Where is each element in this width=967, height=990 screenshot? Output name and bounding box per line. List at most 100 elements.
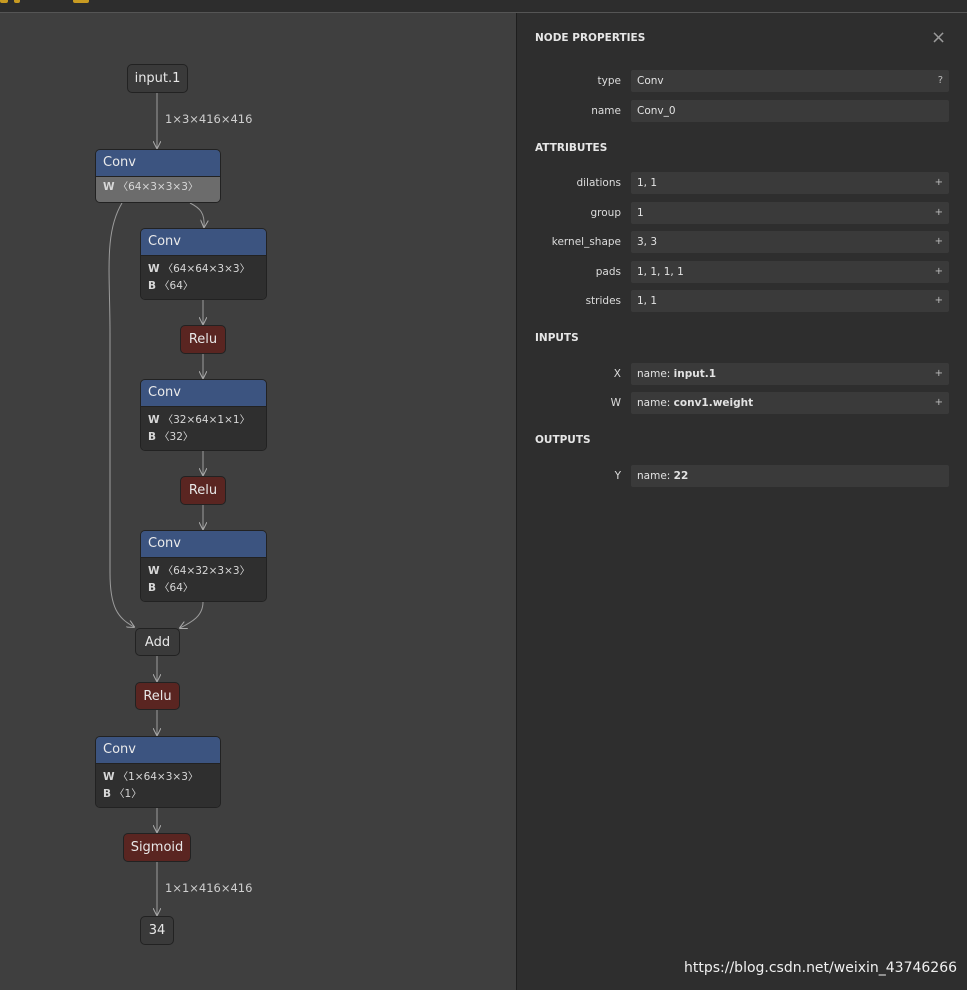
relu-node[interactable]: Relu xyxy=(180,325,226,354)
input-prefix: name: xyxy=(637,397,674,409)
toolbar-icon[interactable] xyxy=(73,0,89,3)
expand-icon[interactable]: + xyxy=(935,172,943,194)
node-label: Sigmoid xyxy=(130,840,184,855)
graph-canvas[interactable]: 1×3×416×416 1×1×416×416 input.1 Conv W 〈6… xyxy=(0,13,516,990)
expand-icon[interactable]: + xyxy=(935,392,943,414)
node-label: 34 xyxy=(148,923,166,938)
node-label: Relu xyxy=(188,332,218,347)
bias-key: B xyxy=(148,280,157,292)
conv-node[interactable]: Conv W 〈64×32×3×3〉 B 〈64〉 xyxy=(140,530,267,602)
node-title: Conv xyxy=(141,380,266,407)
edge-shape-label: 1×1×416×416 xyxy=(165,881,253,895)
attribute-text: 1 xyxy=(637,207,644,219)
type-value: Conv xyxy=(637,75,664,87)
attribute-value[interactable]: 1, 1 + xyxy=(631,172,949,194)
node-label: Relu xyxy=(188,483,218,498)
attribute-text: 1, 1 xyxy=(637,295,658,307)
inputs-title: INPUTS xyxy=(535,332,579,344)
help-icon[interactable]: ? xyxy=(938,70,943,92)
weight-shape: 〈64×64×3×3〉 xyxy=(162,263,251,275)
output-name: 22 xyxy=(673,470,689,482)
conv-node[interactable]: Conv W 〈32×64×1×1〉 B 〈32〉 xyxy=(140,379,267,451)
close-icon[interactable]: × xyxy=(931,27,946,48)
relu-node[interactable]: Relu xyxy=(180,476,226,505)
edge xyxy=(189,202,204,227)
node-label: input.1 xyxy=(134,71,181,86)
weight-shape: 〈1×64×3×3〉 xyxy=(117,771,199,783)
edge-shape-label: 1×3×416×416 xyxy=(165,112,253,126)
node-title: Conv xyxy=(141,229,266,256)
bias-key: B xyxy=(148,431,157,443)
outputs-title: OUTPUTS xyxy=(535,434,591,446)
weight-shape: 〈32×64×1×1〉 xyxy=(162,414,251,426)
attribute-value[interactable]: 3, 3 + xyxy=(631,231,949,253)
node-attributes: W 〈1×64×3×3〉 B 〈1〉 xyxy=(96,764,220,807)
expand-icon[interactable]: + xyxy=(935,261,943,283)
attribute-value[interactable]: 1, 1 + xyxy=(631,290,949,312)
node-attributes: W 〈64×32×3×3〉 B 〈64〉 xyxy=(141,558,266,601)
output-value[interactable]: name: 22 xyxy=(631,465,949,487)
node-properties-panel: NODE PROPERTIES × type Conv ? name Conv_… xyxy=(516,13,967,990)
bias-shape: 〈32〉 xyxy=(159,431,194,443)
input-name: conv1.weight xyxy=(673,397,754,409)
expand-icon[interactable]: + xyxy=(935,231,943,253)
input-value[interactable]: name: conv1.weight + xyxy=(631,392,949,414)
node-label: Relu xyxy=(143,688,172,704)
toolbar-icon[interactable] xyxy=(14,0,20,3)
input-value[interactable]: name: input.1 + xyxy=(631,363,949,385)
node-attributes: W 〈64×3×3×3〉 xyxy=(96,177,220,202)
input-label: W xyxy=(610,397,621,409)
graph-edges xyxy=(108,93,516,990)
watermark: https://blog.csdn.net/weixin_43746266 xyxy=(684,960,958,976)
weight-key: W xyxy=(103,771,115,783)
bias-key: B xyxy=(103,788,112,800)
attribute-label: dilations xyxy=(576,177,621,189)
node-attributes: W 〈32×64×1×1〉 B 〈32〉 xyxy=(141,407,266,450)
attribute-value[interactable]: 1, 1, 1, 1 + xyxy=(631,261,949,283)
input-node[interactable]: input.1 xyxy=(127,64,188,93)
bias-shape: 〈1〉 xyxy=(114,788,142,800)
weight-shape: 〈64×3×3×3〉 xyxy=(117,181,199,193)
conv-node[interactable]: Conv W 〈64×64×3×3〉 B 〈64〉 xyxy=(140,228,267,300)
attribute-label: strides xyxy=(585,295,621,307)
output-node[interactable]: 34 xyxy=(140,916,174,945)
name-field[interactable]: Conv_0 xyxy=(631,100,949,122)
expand-icon[interactable]: + xyxy=(935,290,943,312)
weight-key: W xyxy=(148,414,160,426)
node-title: Conv xyxy=(96,737,220,764)
attribute-value[interactable]: 1 + xyxy=(631,202,949,224)
node-attributes: W 〈64×64×3×3〉 B 〈64〉 xyxy=(141,256,266,299)
name-label: name xyxy=(591,105,621,117)
edge xyxy=(180,601,204,628)
type-field[interactable]: Conv ? xyxy=(631,70,949,92)
bias-shape: 〈64〉 xyxy=(159,582,194,594)
toolbar-icon[interactable] xyxy=(0,0,8,3)
attribute-text: 1, 1 xyxy=(637,177,658,189)
conv-node[interactable]: Conv W 〈64×3×3×3〉 xyxy=(95,149,221,203)
attributes-title: ATTRIBUTES xyxy=(535,142,608,154)
node-title: Conv xyxy=(141,531,266,558)
expand-icon[interactable]: + xyxy=(935,363,943,385)
bias-key: B xyxy=(148,582,157,594)
input-label: X xyxy=(613,368,621,380)
input-prefix: name: xyxy=(637,368,674,380)
panel-title: NODE PROPERTIES xyxy=(535,32,646,44)
relu-node[interactable]: Relu xyxy=(135,682,180,710)
weight-key: W xyxy=(148,263,160,275)
edge xyxy=(108,202,134,627)
weight-shape: 〈64×32×3×3〉 xyxy=(162,565,251,577)
attribute-text: 1, 1, 1, 1 xyxy=(637,266,684,278)
attribute-label: kernel_shape xyxy=(551,236,621,248)
node-title: Conv xyxy=(96,150,220,177)
weight-key: W xyxy=(148,565,160,577)
sigmoid-node[interactable]: Sigmoid xyxy=(123,833,191,862)
add-node[interactable]: Add xyxy=(135,628,180,656)
weight-key: W xyxy=(103,181,115,193)
output-label: Y xyxy=(614,470,621,482)
expand-icon[interactable]: + xyxy=(935,202,943,224)
input-name: input.1 xyxy=(673,368,717,380)
output-prefix: name: xyxy=(637,470,674,482)
conv-node[interactable]: Conv W 〈1×64×3×3〉 B 〈1〉 xyxy=(95,736,221,808)
node-label: Add xyxy=(144,634,171,650)
attribute-label: group xyxy=(590,207,622,219)
